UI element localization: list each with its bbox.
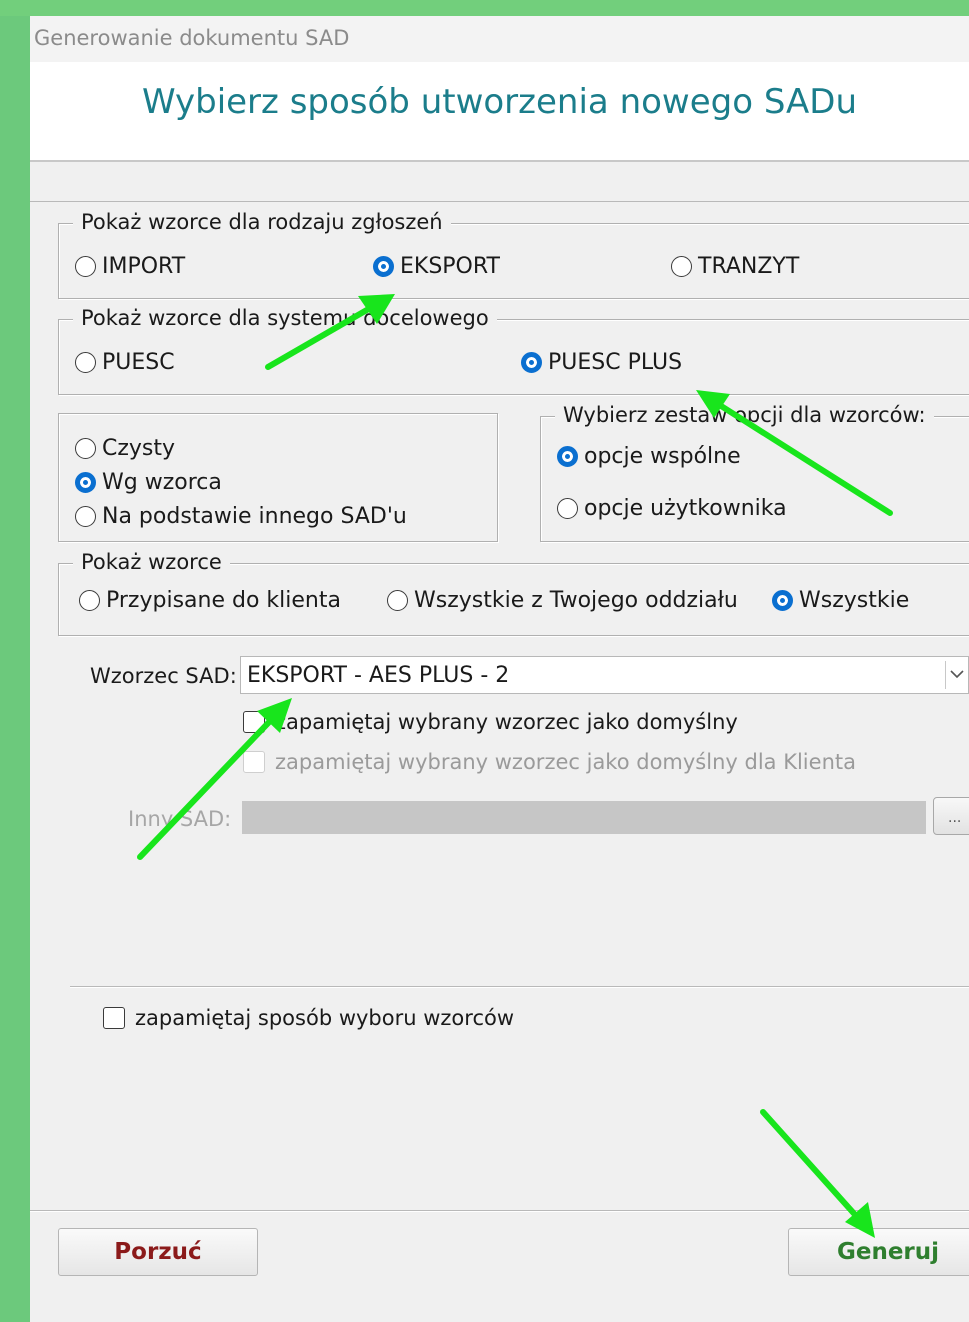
radio-circle-selected [557,446,578,467]
radio-tranzyt[interactable]: TRANZYT [671,254,799,279]
browse-button[interactable]: ... [933,797,969,835]
radio-circle [75,256,96,277]
checkbox-box [103,1007,125,1029]
radio-czysty[interactable]: Czysty [75,436,175,461]
template-label: Wzorzec SAD: [90,664,237,688]
radio-circle [387,590,408,611]
radio-inny-sad[interactable]: Na podstawie innego SAD'u [75,504,407,529]
checkbox-box [243,751,265,773]
window-title: Generowanie dokumentu SAD [34,26,350,50]
radio-puesc-plus[interactable]: PUESC PLUS [521,350,682,375]
cancel-button[interactable]: Porzuć [58,1228,258,1276]
radio-circle [75,438,96,459]
group-legend: Pokaż wzorce [73,550,230,574]
radio-circle [75,352,96,373]
radio-label: Wszystkie z Twojego oddziału [414,588,738,613]
group-legend: Pokaż wzorce dla rodzaju zgłoszeń [73,210,451,234]
dialog-header: Wybierz sposób utworzenia nowego SADu [30,62,969,162]
remember-method-checkbox[interactable]: zapamiętaj sposób wyboru wzorców [103,1006,514,1030]
group-declaration-type: Pokaż wzorce dla rodzaju zgłoszeń [58,210,969,299]
checkbox-label: zapamiętaj sposób wyboru wzorców [135,1006,515,1030]
divider-highlight [30,1211,969,1212]
template-select-value: EKSPORT - AES PLUS - 2 [247,663,510,688]
remember-default-client-checkbox[interactable]: zapamiętaj wybrany wzorzec jako domyślny… [243,750,856,774]
radio-label: EKSPORT [400,254,500,279]
radio-label: Wg wzorca [102,470,222,495]
remember-default-checkbox[interactable]: zapamiętaj wybrany wzorzec jako domyślny [243,710,738,734]
radio-label: Na podstawie innego SAD'u [102,504,407,529]
radio-label: PUESC [102,350,175,375]
other-sad-label: Inny SAD: [128,807,232,831]
radio-circle-selected [772,590,793,611]
divider [30,201,969,202]
radio-circle-selected [373,256,394,277]
radio-opcje-uzytkownika[interactable]: opcje użytkownika [557,496,787,521]
radio-label: Przypisane do klienta [106,588,341,613]
radio-label: TRANZYT [698,254,800,279]
desktop-background [0,0,969,16]
divider-highlight [70,987,969,988]
radio-label: IMPORT [102,254,186,279]
browse-button-label: ... [948,810,962,826]
radio-label: Wszystkie [799,588,910,613]
chevron-down-icon[interactable] [945,661,968,689]
radio-eksport[interactable]: EKSPORT [373,254,500,279]
radio-puesc[interactable]: PUESC [75,350,175,375]
radio-circle [557,498,578,519]
generate-button[interactable]: Generuj [788,1228,969,1276]
radio-przypisane[interactable]: Przypisane do klienta [79,588,341,613]
radio-circle [671,256,692,277]
radio-circle [75,506,96,527]
radio-circle-selected [75,472,96,493]
radio-circle-selected [521,352,542,373]
radio-label: opcje wspólne [584,444,741,469]
group-target-system: Pokaż wzorce dla systemu docelowego [58,306,969,395]
checkbox-label: zapamiętaj wybrany wzorzec jako domyślny… [275,750,856,774]
dialog-window: Generowanie dokumentu SAD Wybierz sposób… [30,16,969,1322]
checkbox-box [243,711,265,733]
other-sad-input[interactable] [242,801,926,834]
radio-label: opcje użytkownika [584,496,787,521]
radio-label: Czysty [102,436,176,461]
radio-wg-wzorca[interactable]: Wg wzorca [75,470,222,495]
radio-import[interactable]: IMPORT [75,254,185,279]
group-legend: Wybierz zestaw opcji dla wzorców: [555,403,934,427]
radio-oddzial[interactable]: Wszystkie z Twojego oddziału [387,588,738,613]
checkbox-label: zapamiętaj wybrany wzorzec jako domyślny [275,710,738,734]
group-legend: Pokaż wzorce dla systemu docelowego [73,306,497,330]
title-bar: Generowanie dokumentu SAD [30,16,969,62]
radio-label: PUESC PLUS [548,350,683,375]
template-select[interactable]: EKSPORT - AES PLUS - 2 [240,656,969,694]
radio-circle [79,590,100,611]
dialog-heading: Wybierz sposób utworzenia nowego SADu [141,82,858,122]
radio-opcje-wspolne[interactable]: opcje wspólne [557,444,741,469]
group-option-set: Wybierz zestaw opcji dla wzorców: [540,403,969,542]
radio-wszystkie[interactable]: Wszystkie [772,588,909,613]
